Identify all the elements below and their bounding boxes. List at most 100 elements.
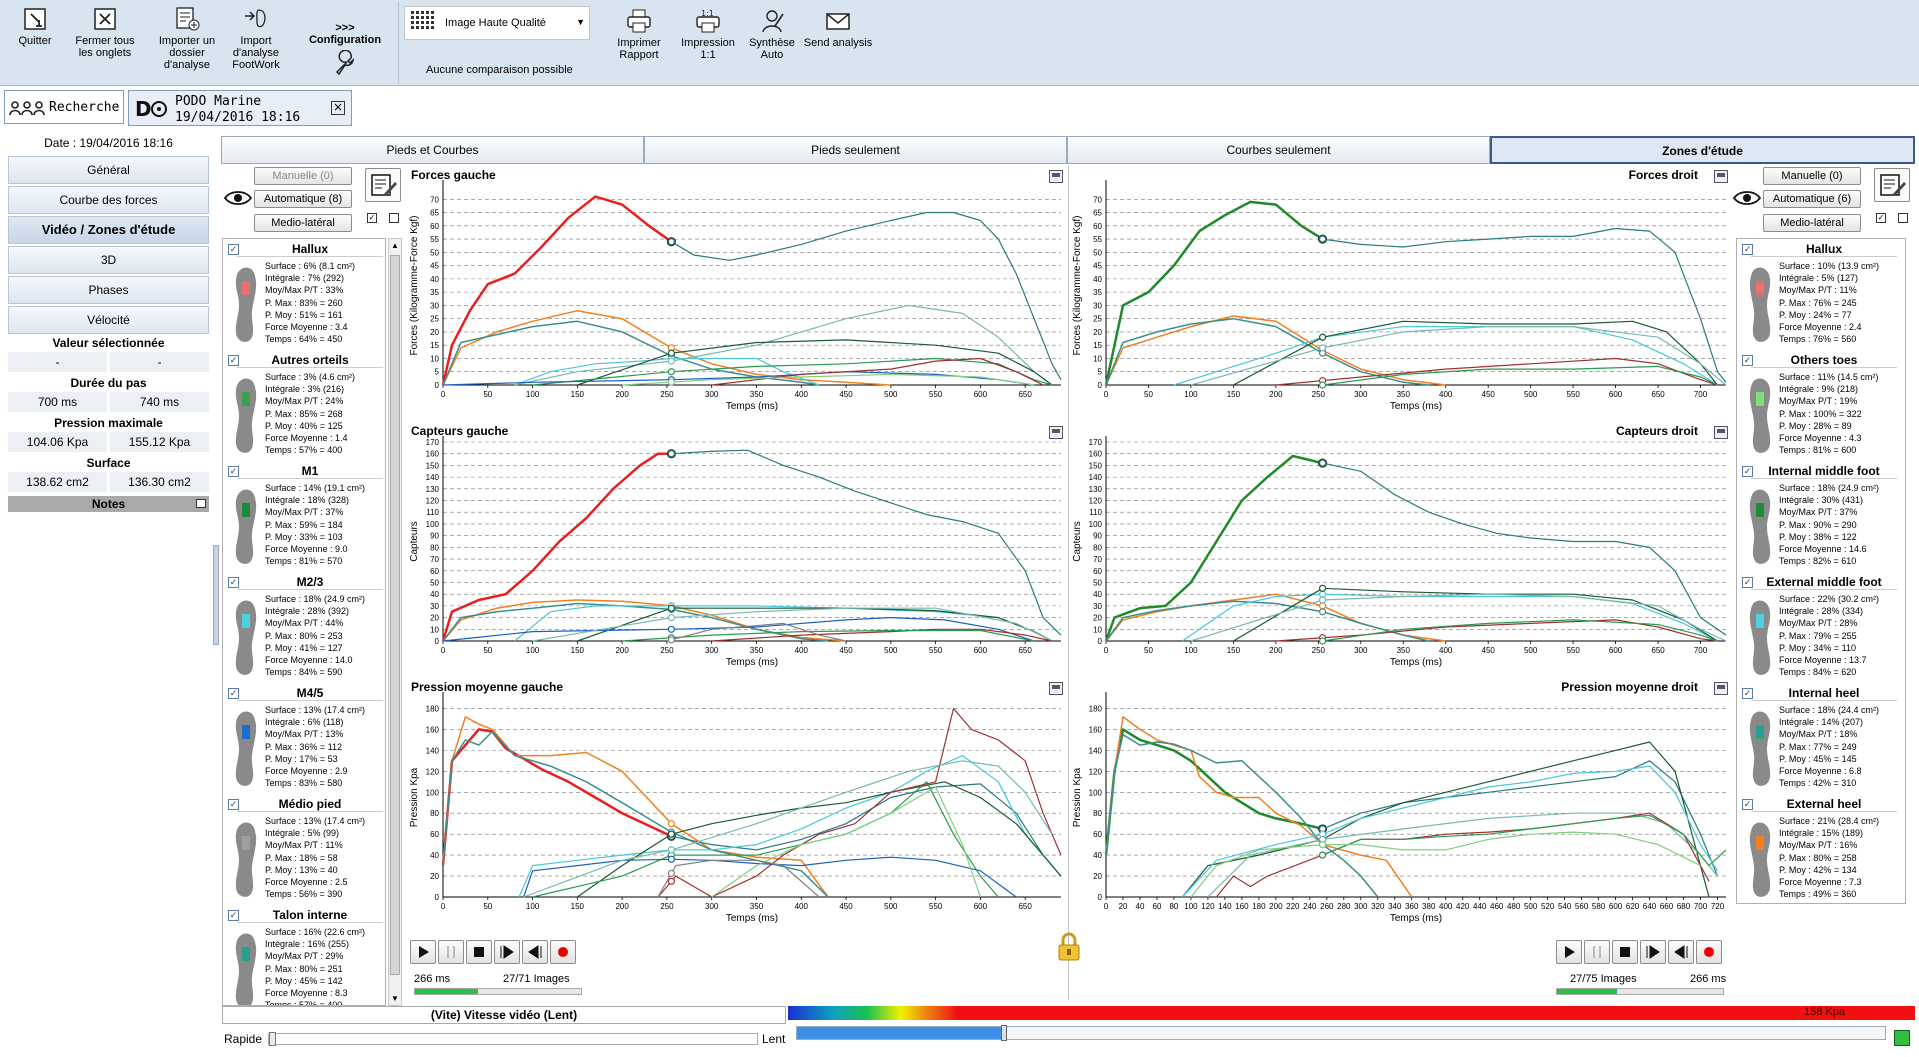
zone-card[interactable]: ✓ M1 Surface : 14% (19.1 cm²) Intégrale : 1… [225,463,383,571]
eye-icon-left[interactable] [223,190,253,209]
medio-lateral-left-button[interactable]: Medio-latéral [254,214,352,232]
close-tab-icon[interactable]: × [331,101,345,115]
panel-splitter[interactable] [213,545,219,645]
checkbox-left-1[interactable]: ✓ [367,213,377,223]
zone-card[interactable]: ✓ Others toes Surface : 11% (14.5 cm²) Inté… [1739,352,1897,460]
zone-card[interactable]: ✓ Talon interne Surface : 16% (22.6 cm²) In… [225,907,383,1005]
print-1-1-button[interactable]: 1:1 Impression 1:1 [678,8,738,61]
expand-notes-icon[interactable] [196,499,206,508]
print-report-button[interactable]: Imprimer Rapport [612,8,666,61]
selected-value-left: - [8,352,107,372]
stop-left-button[interactable] [466,940,492,964]
quit-icon [24,8,46,30]
zone-card[interactable]: ✓ Hallux Surface : 10% (13.9 cm²) Intégrale… [1739,241,1897,349]
zone-stat-line: Force Moyenne : 1.4 [265,433,348,444]
nav-force-curve[interactable]: Courbe des forces [8,186,209,214]
auto-synthesis-button[interactable]: Synthèse Auto [746,8,798,61]
x-tick-label: 320 [1371,902,1385,911]
scroll-down-icon[interactable]: ▼ [391,994,399,1003]
checkbox-right-2[interactable] [1898,213,1908,223]
zone-stat-line: P. Moy : 28% = 89 [1779,420,1852,431]
zone-stat-line: Moy/Max P/T : 37% [1779,507,1858,518]
eye-icon-right[interactable] [1732,190,1762,209]
timeline-slider[interactable] [796,1025,1886,1041]
notes-edit-left-button[interactable] [365,168,401,202]
zone-stat-line: P. Moy : 13% = 40 [265,864,338,875]
step-back-right-button[interactable] [1668,940,1694,964]
x-tick-label: 600 [1609,902,1623,911]
patient-tab[interactable]: D PODO Marine 19/04/2016 18:16 × [128,90,352,126]
image-quality-select[interactable]: Image Haute Qualité ▼ [404,6,590,40]
step-forward-left-button[interactable] [494,940,520,964]
zone-card[interactable]: ✓ Hallux Surface : 6% (8.1 cm²) Intégrale :… [225,241,383,349]
tab-study-zones[interactable]: Zones d'étude [1490,136,1915,164]
send-analysis-button[interactable]: Send analysis [802,8,874,49]
import-folder-button[interactable]: Importer un dossier d'analyse [152,6,222,71]
zone-card[interactable]: ✓ Médio pied Surface : 13% (17.4 cm²) Intég… [225,796,383,904]
medio-lateral-right-button[interactable]: Medio-latéral [1763,214,1861,232]
zone-stat-line: P. Max : 85% = 268 [265,408,343,419]
synthesis-icon [762,10,784,33]
record-right-button[interactable] [1696,940,1722,964]
pause-left-button[interactable] [438,940,464,964]
zone-highlight [1756,503,1764,517]
x-tick-label: 480 [1507,902,1521,911]
configuration-button[interactable]: >>> Configuration [300,22,390,79]
step-back-left-button[interactable] [522,940,548,964]
footprint-icon [235,711,257,786]
timeline-thumb[interactable] [1000,1025,1007,1041]
left-progress-track[interactable] [414,988,582,995]
zone-foot [229,596,263,683]
x-tick-label: 660 [1660,902,1674,911]
tab-curves-only[interactable]: Courbes seulement [1067,136,1490,164]
y-tick-label: 100 [426,788,440,797]
nav-velocity[interactable]: Vélocité [8,306,209,334]
left-zone-scrollbar[interactable]: ▲ ▼ [388,238,402,1006]
close-all-tabs-button[interactable]: Fermer tous les onglets [72,6,138,59]
nav-general[interactable]: Général [8,156,209,184]
play-right-button[interactable] [1556,940,1582,964]
y-tick-label: 15 [430,341,439,350]
pressure-scale-max: 158 Kpa [1804,1006,1845,1018]
import-footwork-button[interactable]: Import d'analyse FootWork [226,6,286,71]
scroll-up-icon[interactable]: ▲ [391,241,399,250]
zone-card[interactable]: ✓ External middle foot Surface : 22% (30.2… [1739,574,1897,682]
speed-slider-fast-track[interactable] [268,1032,758,1046]
manual-zones-left-button[interactable]: Manuelle (0) [254,167,352,185]
zone-stat-line: Temps : 56% = 390 [265,889,343,900]
zone-card[interactable]: ✓ M4/5 Surface : 13% (17.4 cm²) Intégrale :… [225,685,383,793]
manual-zones-right-button[interactable]: Manuelle (0) [1763,167,1861,185]
zone-card[interactable]: ✓ Internal middle foot Surface : 18% (24.9… [1739,463,1897,571]
resize-grip-icon[interactable] [1894,1030,1910,1046]
nav-3d[interactable]: 3D [8,246,209,274]
lock-icon[interactable] [1056,932,1082,965]
auto-zones-left-button[interactable]: Automatique (8) [254,190,352,208]
stop-right-button[interactable] [1612,940,1638,964]
nav-phases[interactable]: Phases [8,276,209,304]
zone-card[interactable]: ✓ Internal heel Surface : 18% (24.4 cm²) In… [1739,685,1897,793]
search-tab[interactable]: Recherche [4,90,124,124]
auto-zones-right-button[interactable]: Automatique (6) [1763,190,1861,208]
checkbox-right-1[interactable]: ✓ [1876,213,1886,223]
zone-title: Others toes [1751,353,1897,368]
notes-header[interactable]: Notes [8,496,209,512]
play-left-button[interactable] [410,940,436,964]
quit-button[interactable]: Quitter [10,6,60,47]
nav-video-zones[interactable]: Vidéo / Zones d'étude [8,216,209,244]
pause-right-button[interactable] [1584,940,1610,964]
zone-card[interactable]: ✓ Autres orteils Surface : 3% (4.6 cm²) Int… [225,352,383,460]
speed-slider-thumb[interactable] [269,1032,276,1046]
notes-edit-right-button[interactable] [1874,168,1910,202]
right-progress-track[interactable] [1556,988,1724,995]
zone-card[interactable]: ✓ M2/3 Surface : 18% (24.9 cm²) Intégrale :… [225,574,383,682]
checkbox-left-2[interactable] [389,213,399,223]
record-left-button[interactable] [550,940,576,964]
y-tick-label: 20 [1093,872,1102,881]
tab-feet-only[interactable]: Pieds seulement [644,136,1067,164]
zone-stat-line: P. Moy : 45% = 145 [1779,753,1857,764]
zone-card[interactable]: ✓ External heel Surface : 21% (28.4 cm²) In… [1739,796,1897,903]
step-forward-right-button[interactable] [1640,940,1666,964]
tab-feet-and-curves[interactable]: Pieds et Courbes [221,136,644,164]
scroll-thumb[interactable] [390,255,400,975]
zone-stat-line: Intégrale : 9% (218) [1779,384,1859,395]
